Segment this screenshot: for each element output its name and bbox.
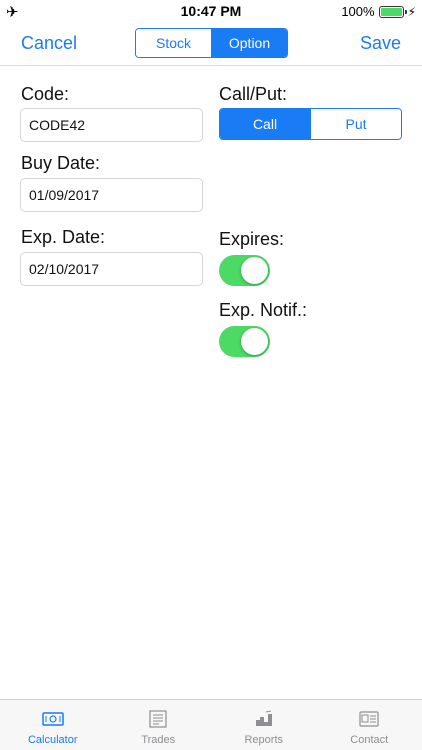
battery-tip [404, 9, 407, 14]
toggle-knob [241, 328, 268, 355]
tab-bar: Calculator Trades Reports Contact [0, 699, 422, 750]
exp-date-field[interactable]: 02/10/2017 [20, 252, 203, 286]
tab-contact[interactable]: Contact [317, 700, 422, 750]
tab-label: Trades [141, 734, 176, 746]
charging-bolt-icon: ⚡ [407, 4, 416, 19]
trades-icon [147, 710, 169, 728]
exp-notif-label: Exp. Notif.: [219, 300, 308, 320]
battery-icon [378, 5, 407, 18]
expires-toggle[interactable] [219, 255, 270, 286]
segment-put[interactable]: Put [310, 109, 401, 139]
battery-percentage: 100% [341, 4, 375, 19]
exp-date-label: Exp. Date: [21, 227, 106, 247]
segment-option[interactable]: Option [211, 29, 287, 57]
segment-stock[interactable]: Stock [136, 29, 211, 57]
tab-trades[interactable]: Trades [106, 700, 212, 750]
cancel-button[interactable]: Cancel [21, 33, 77, 54]
segment-call[interactable]: Call [220, 109, 310, 139]
expires-label: Expires: [219, 229, 285, 249]
exp-notif-toggle[interactable] [219, 326, 270, 357]
call-put-segment: Call Put [219, 108, 402, 140]
tab-reports[interactable]: Reports [211, 700, 317, 750]
nav-bar: Cancel Stock Option Save [0, 22, 422, 66]
toggle-knob [241, 257, 268, 284]
status-right: 100% ⚡ [341, 4, 416, 19]
code-field[interactable]: CODE42 [20, 108, 203, 142]
call-put-label: Call/Put: [219, 84, 288, 104]
tab-label: Reports [244, 734, 284, 746]
buy-date-field[interactable]: 01/09/2017 [20, 178, 203, 212]
stock-option-segment: Stock Option [135, 28, 288, 58]
calculator-icon [42, 710, 64, 728]
tab-label: Calculator [27, 734, 78, 746]
contact-icon [358, 710, 380, 728]
battery-fill [380, 7, 402, 16]
tab-calculator[interactable]: Calculator [0, 700, 106, 750]
save-button[interactable]: Save [360, 33, 401, 54]
reports-icon [253, 710, 275, 728]
buy-date-label: Buy Date: [21, 153, 101, 173]
status-bar: ✈ 10:47 PM 100% ⚡ [0, 0, 422, 22]
tab-label: Contact [350, 734, 389, 746]
code-label: Code: [21, 84, 70, 104]
